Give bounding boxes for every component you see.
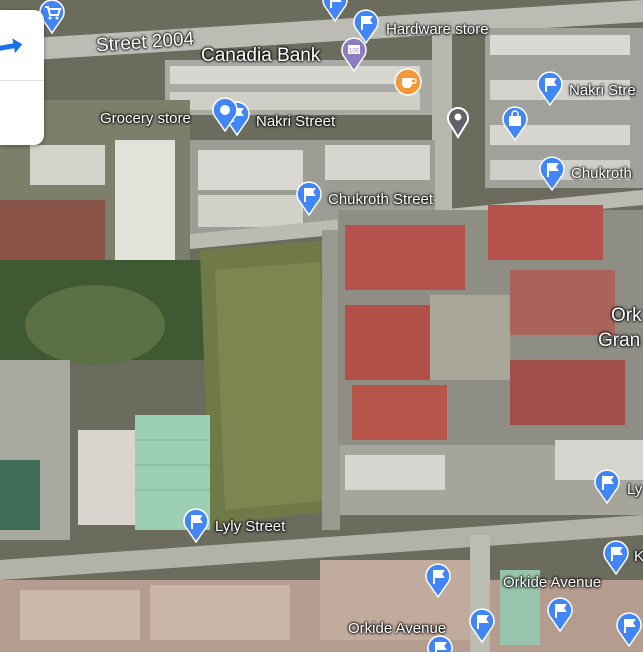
directions-button[interactable]: [0, 10, 44, 80]
lyly-street-pin-icon[interactable]: [181, 507, 211, 543]
orkide-grand-label-line2[interactable]: Gran: [598, 330, 640, 352]
chukroth-street-east-pin-icon[interactable]: [537, 155, 567, 191]
shopping-bag-pin-icon[interactable]: [500, 105, 530, 141]
bottom-flag-pin-icon[interactable]: [425, 634, 455, 652]
cafe-pin-icon[interactable]: [393, 67, 423, 97]
satellite-map[interactable]: Street 2004 Canadia Bank Hardware store …: [0, 0, 643, 652]
grocery-store-label[interactable]: Grocery store: [100, 110, 191, 127]
nakri-street-label[interactable]: Nakri Street: [256, 113, 335, 130]
k-street-label[interactable]: K: [634, 548, 643, 565]
control-divider: [0, 80, 44, 81]
grocery-store-pin-icon[interactable]: [210, 96, 240, 132]
nakri-street-east-label[interactable]: Nakri Stre: [569, 82, 636, 99]
corner-flag-pin-icon[interactable]: [614, 611, 643, 647]
bank-pin-icon[interactable]: 100: [339, 36, 369, 72]
bank-badge-text: 100: [349, 49, 360, 55]
location-outline-pin-icon[interactable]: [443, 104, 473, 140]
map-control-panel: [0, 10, 44, 145]
k-street-pin-icon[interactable]: [601, 539, 631, 575]
chukroth-street-label[interactable]: Chukroth Street: [328, 191, 433, 208]
hardware-store-label[interactable]: Hardware store: [386, 21, 489, 38]
canadia-bank-label[interactable]: Canadia Bank: [201, 45, 320, 67]
orkide-avenue-south-pin-icon[interactable]: [467, 607, 497, 643]
nakri-street-east-pin-icon[interactable]: [535, 70, 565, 106]
street-flag-pin-icon[interactable]: [320, 0, 350, 22]
orkide-grand-label-line1[interactable]: Ork: [611, 305, 642, 327]
street-flag-pin-icon-south[interactable]: [423, 562, 453, 598]
lyly-street-east-pin-icon[interactable]: [592, 468, 622, 504]
chukroth-street-east-label[interactable]: Chukroth: [571, 165, 632, 182]
lyly-street-east-label[interactable]: Ly: [627, 481, 642, 498]
chukroth-street-pin-icon[interactable]: [294, 180, 324, 216]
orkide-avenue-pin-icon[interactable]: [545, 596, 575, 632]
orkide-avenue-label[interactable]: Orkide Avenue: [503, 574, 601, 591]
lyly-street-label[interactable]: Lyly Street: [215, 518, 285, 535]
directions-arrow-icon: [0, 38, 23, 54]
